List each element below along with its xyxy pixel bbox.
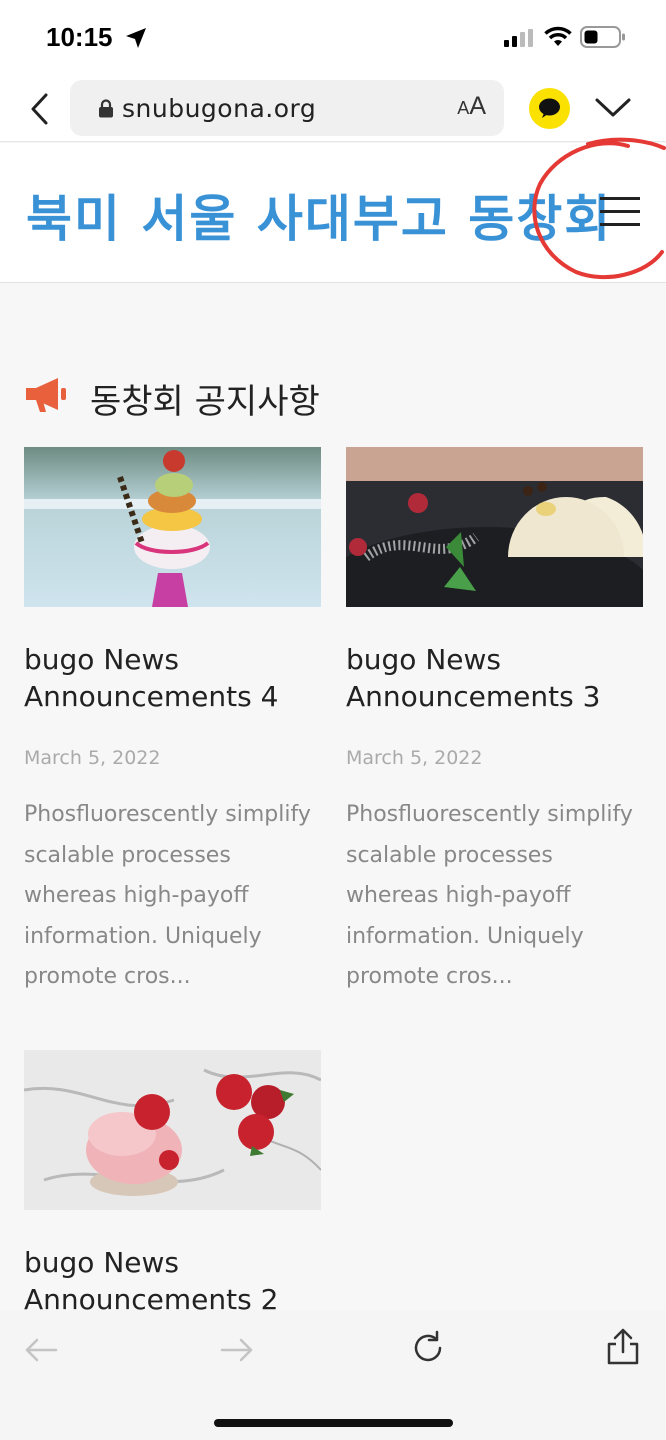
post-thumbnail[interactable] — [24, 1050, 321, 1210]
post-thumbnail[interactable] — [24, 447, 321, 607]
megaphone-icon — [26, 378, 66, 412]
post-excerpt: Phosfluorescently simplify scalable proc… — [24, 802, 311, 989]
wifi-icon — [544, 26, 572, 46]
post-card[interactable]: bugo News Announcements 3 March 5, 2022 … — [346, 447, 644, 998]
post-card[interactable]: bugo News Announcements 2 — [24, 1050, 322, 1318]
site-logo[interactable]: 북미 서울 사대부고 동창회 — [26, 179, 612, 251]
speech-bubble-icon — [539, 98, 560, 118]
url-text: snubugona.org — [122, 94, 317, 123]
annotation-circle — [532, 137, 666, 280]
section-title: 동창회 공지사항 — [90, 382, 320, 422]
home-indicator[interactable] — [214, 1419, 453, 1427]
cellular-signal-icon — [504, 29, 533, 47]
arrow-left-icon[interactable] — [24, 1338, 58, 1362]
post-date: March 5, 2022 — [346, 747, 483, 769]
post-title[interactable]: bugo News Announcements 3 — [346, 641, 644, 715]
post-date: March 5, 2022 — [24, 747, 161, 769]
post-title[interactable]: bugo News Announcements 4 — [24, 641, 322, 715]
text-size-small-label: A — [457, 98, 470, 118]
kakao-chat-button[interactable] — [529, 88, 570, 129]
browser-toolbar: snubugona.org AA — [0, 76, 666, 142]
reload-icon[interactable] — [410, 1330, 446, 1366]
post-excerpt: Phosfluorescently simplify scalable proc… — [346, 802, 633, 989]
location-arrow-icon — [126, 28, 146, 48]
share-icon[interactable] — [606, 1328, 640, 1366]
status-bar: 10:15 — [0, 0, 666, 76]
battery-icon — [580, 26, 625, 48]
post-card[interactable]: bugo News Announcements 4 March 5, 2022 … — [24, 447, 322, 998]
text-size-large-label: A — [469, 92, 486, 120]
post-thumbnail[interactable] — [346, 447, 643, 607]
bottom-toolbar — [0, 1310, 666, 1440]
arrow-right-icon[interactable] — [220, 1338, 254, 1362]
lock-icon — [99, 99, 113, 118]
post-title[interactable]: bugo News Announcements 2 — [24, 1244, 322, 1318]
address-bar[interactable]: snubugona.org AA — [70, 80, 504, 136]
text-size-button[interactable]: AA — [457, 92, 486, 121]
browser-back-button[interactable] — [26, 92, 56, 126]
chevron-down-icon[interactable] — [594, 96, 632, 120]
status-time: 10:15 — [46, 22, 113, 52]
